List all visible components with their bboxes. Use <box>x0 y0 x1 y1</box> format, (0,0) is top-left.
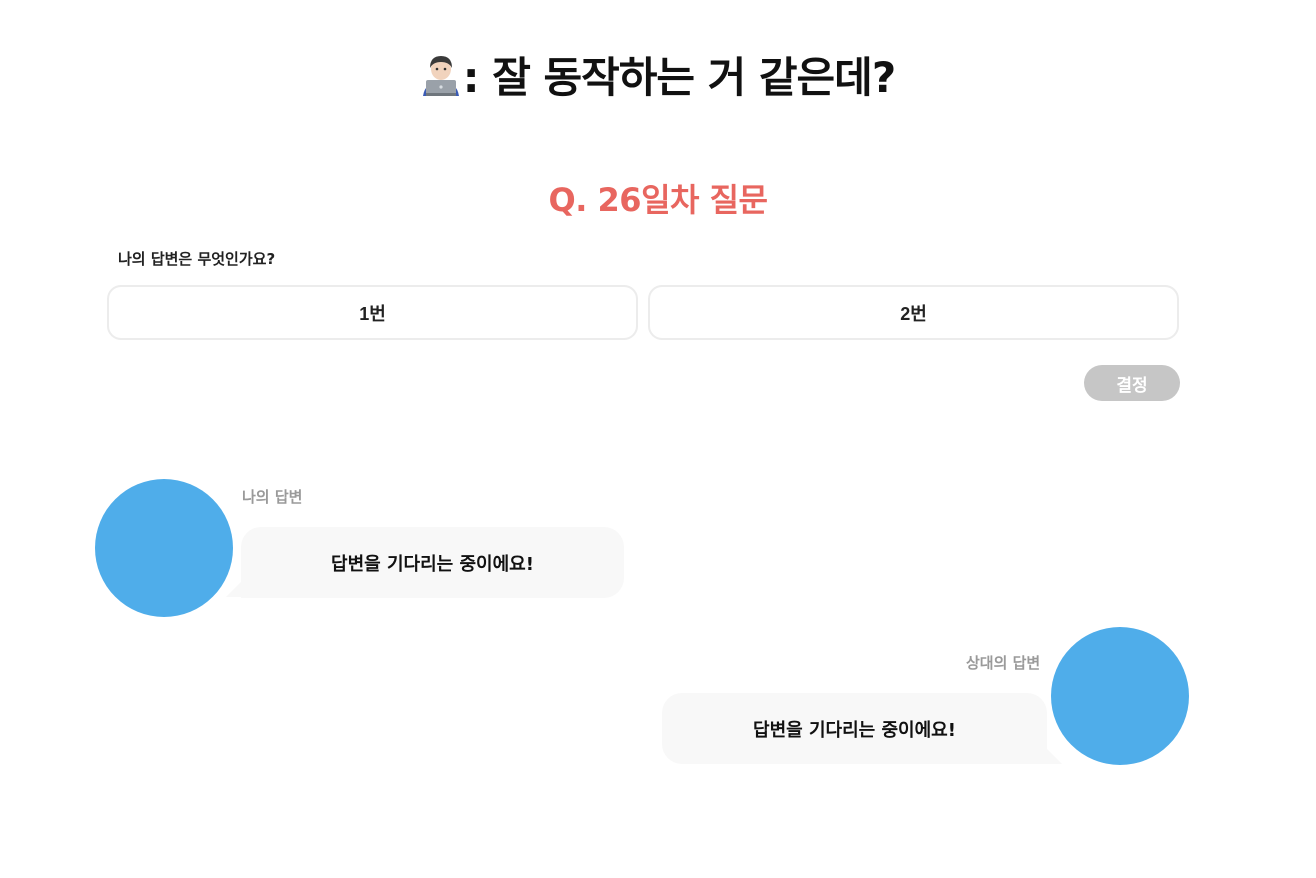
page-title-text: : 잘 동작하는 거 같은데? <box>462 53 896 102</box>
opponent-answer-name: 상대의 답변 <box>966 654 1041 672</box>
page: : 잘 동작하는 거 같은데? Q. 26일차 질문 나의 답변은 무엇인가요?… <box>0 0 1316 878</box>
choice-1-button[interactable]: 1번 <box>107 285 638 340</box>
page-title: : 잘 동작하는 거 같은데? <box>0 48 1316 108</box>
question-title: Q. 26일차 질문 <box>548 181 768 219</box>
question-label: 나의 답변은 무엇인가요? <box>118 250 276 268</box>
opponent-answer-bubble: 답변을 기다리는 중이에요! <box>662 693 1047 764</box>
opponent-bubble-tail <box>1046 748 1062 764</box>
choice-2-button[interactable]: 2번 <box>648 285 1179 340</box>
my-avatar <box>95 479 233 617</box>
decide-button[interactable]: 결정 <box>1084 365 1180 401</box>
my-answer-bubble: 답변을 기다리는 중이에요! <box>241 527 624 598</box>
my-answer-name: 나의 답변 <box>242 488 303 506</box>
my-bubble-tail <box>226 581 242 597</box>
technologist-icon <box>421 52 461 96</box>
opponent-avatar <box>1051 627 1189 765</box>
